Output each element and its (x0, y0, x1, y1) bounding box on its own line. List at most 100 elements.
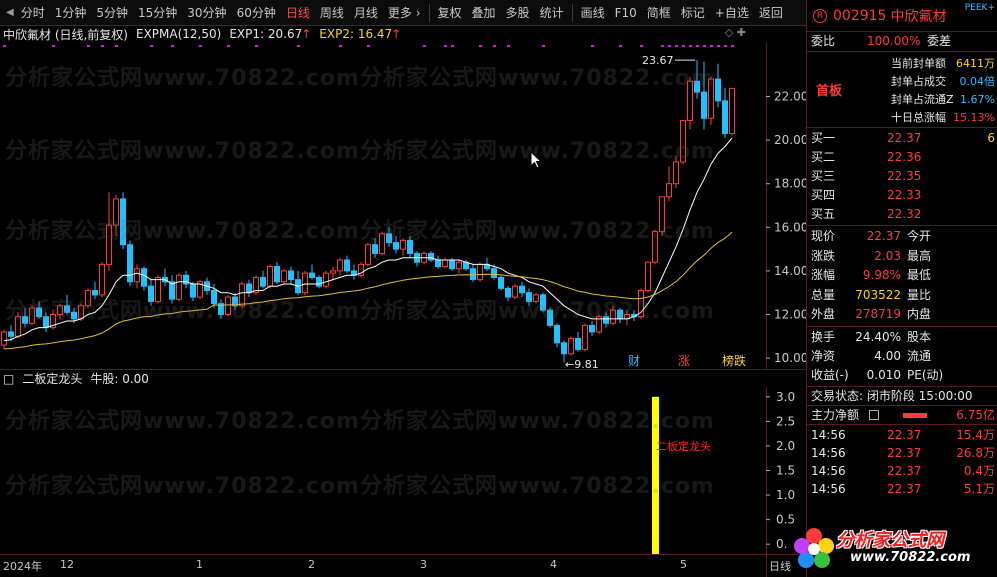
candle (253, 275, 259, 295)
candle (722, 87, 728, 138)
seal-row: 封单占成交 0.04倍 (891, 74, 995, 90)
quote-label-2: 量比 (907, 287, 932, 302)
toolbar-item-18[interactable]: +自选 (710, 0, 754, 26)
bid-row[interactable]: 买五 22.32 (807, 205, 997, 224)
candle (99, 262, 105, 298)
peek-button[interactable]: PEEK+ (965, 3, 995, 13)
signal-dot (619, 45, 622, 47)
seal-row-label: 十日总涨幅 (891, 111, 946, 124)
candle (638, 288, 644, 319)
main-flow-value: 6.75亿 (956, 407, 995, 422)
candle (701, 61, 707, 130)
toolbar-item-3[interactable]: 15分钟 (133, 0, 182, 26)
bid-price: 22.32 (887, 207, 922, 221)
signal-dot (297, 45, 300, 47)
sidebar-collapse-icon[interactable]: ◀ (0, 7, 16, 18)
candle (134, 264, 140, 289)
toolbar-item-11[interactable]: 叠加 (467, 0, 501, 26)
quote-label: 涨幅 (811, 268, 836, 282)
candle (400, 238, 406, 256)
event-marker[interactable]: 榜跌 (722, 353, 746, 368)
sub-indicator-name[interactable]: 二板定龙头 (22, 370, 82, 387)
stats-label: 收益(-) (811, 367, 849, 382)
toolbar-item-19[interactable]: 返回 (754, 0, 788, 26)
bid-price: 22.35 (887, 169, 922, 183)
event-marker[interactable]: 财 (628, 354, 640, 368)
candlestick-chart[interactable]: 10.00 12.00 14.00 16.00 18.00 20.00 22.00 23.67… (0, 42, 806, 369)
candle (225, 294, 231, 317)
stats-row: 换手 24.40% 股本 (807, 328, 997, 347)
toolbar-item-16[interactable]: 简框 (642, 0, 676, 26)
stats-block: 换手 24.40% 股本 净资 4.00 流通 收益(-) 0.010 PE(动) (807, 327, 997, 387)
candle (575, 331, 581, 352)
candle (218, 299, 224, 319)
toolbar-item-17[interactable]: 标记 (676, 0, 710, 26)
signal-dot (493, 45, 496, 47)
toolbar-item-13[interactable]: 统计 (535, 0, 569, 26)
price-tick-label: 10.00 (774, 351, 806, 365)
toolbar-item-1[interactable]: 1分钟 (50, 0, 92, 26)
sub-indicator-icon[interactable]: □ (3, 372, 14, 386)
tick-row: 14:56 22.37 0.4万 (807, 462, 997, 480)
toolbar-item-6[interactable]: 日线 (281, 0, 315, 26)
toolbar-item-0[interactable]: 分时 (16, 0, 50, 26)
toolbar-item-8[interactable]: 月线 (349, 0, 383, 26)
candle (456, 260, 462, 274)
bid-row[interactable]: 买二 22.36 (807, 148, 997, 167)
exp1-arrow: ↑ (301, 27, 312, 41)
candle (337, 257, 343, 276)
toolbar-item-9[interactable]: 更多 › (383, 0, 426, 26)
date-label-year: 2024年 (3, 560, 42, 573)
stats-row: 收益(-) 0.010 PE(动) (807, 366, 997, 385)
flow-bar (903, 412, 927, 418)
candle (127, 240, 133, 287)
toolbar-item-7[interactable]: 周线 (315, 0, 349, 26)
bid-row[interactable]: 买四 22.33 (807, 186, 997, 205)
sub-indicator-chart[interactable]: 0.0.51.01.52.02.53.0二板定龙头 (0, 387, 806, 554)
stats-label: 净资 (811, 348, 836, 363)
signal-dot (507, 45, 510, 47)
toolbar-item-5[interactable]: 60分钟 (232, 0, 281, 26)
event-marker[interactable]: 涨 (678, 353, 690, 368)
candle (43, 312, 49, 332)
candle (435, 255, 441, 269)
candle (85, 288, 91, 308)
indicator-name[interactable]: EXPMA(12,50) (136, 27, 221, 41)
r-badge: R (813, 8, 827, 23)
bid-row[interactable]: 买三 22.35 (807, 167, 997, 186)
date-label-mar: 3 (420, 558, 427, 571)
date-axis: 2024年 12 1 2 3 4 5 日线 (0, 554, 806, 577)
candle (673, 155, 679, 189)
exp2-readout: EXP2: 16.47 (319, 27, 393, 41)
toolbar-item-4[interactable]: 30分钟 (182, 0, 231, 26)
candle (428, 251, 434, 263)
bid-volume: 6 (987, 131, 995, 145)
quote-row: 总量 703522 量比 (807, 286, 997, 306)
seal-row-value: 0.04倍 (959, 75, 996, 88)
candle (365, 242, 371, 267)
toolbar-item-10[interactable]: 复权 (433, 0, 467, 26)
candle (288, 266, 294, 284)
flower-logo-icon (794, 528, 834, 568)
flow-detail-icon[interactable] (869, 409, 879, 420)
bid-row[interactable]: 买一 22.37 6 (807, 129, 997, 148)
toolbar-item-2[interactable]: 5分钟 (91, 0, 133, 26)
stats-label-2: 股本 (907, 329, 932, 344)
toolbar-item-12[interactable]: 多股 (501, 0, 535, 26)
candle (169, 275, 175, 304)
candle (512, 283, 518, 300)
toolbar-item-14[interactable]: 画线 (576, 0, 610, 26)
candle (92, 281, 98, 300)
candle (113, 194, 119, 237)
sub-indicator-value: 牛股: 0.00 (90, 372, 149, 386)
tick-price: 22.37 (887, 481, 922, 496)
chart-window-icons[interactable]: ◇ ✚ (725, 26, 746, 39)
tick-time: 14:56 (811, 427, 846, 442)
quote-label: 现价 (811, 229, 836, 243)
toolbar-item-15[interactable]: F10 (610, 0, 642, 26)
candle (295, 270, 301, 295)
candle (687, 76, 693, 130)
sub-tick-label: 3.0 (776, 390, 795, 404)
seal-row-label: 封单占流通Z (891, 93, 954, 106)
candle (582, 323, 588, 352)
